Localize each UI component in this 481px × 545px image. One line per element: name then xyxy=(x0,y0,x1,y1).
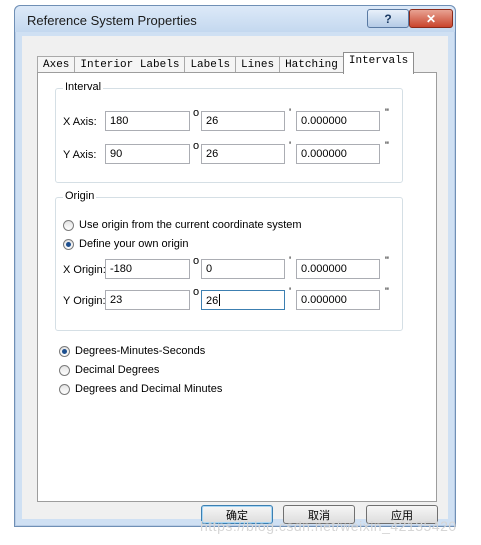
close-button[interactable]: ✕ xyxy=(409,9,453,28)
origin-define-radio[interactable] xyxy=(63,238,74,250)
origin-group: Origin Use origin from the current coord… xyxy=(55,190,403,331)
format-dms-label: Degrees-Minutes-Seconds xyxy=(75,345,206,357)
format-decimal-minutes-option[interactable]: Degrees and Decimal Minutes xyxy=(59,383,222,395)
format-decimal-degrees-label: Decimal Degrees xyxy=(75,364,160,376)
format-decimal-degrees-radio[interactable] xyxy=(59,364,70,376)
intervals-panel: Interval X Axis: 180 o 26 ' 0.000000 " Y… xyxy=(37,72,437,502)
y-axis-label: Y Axis: xyxy=(63,149,97,161)
x-origin-seconds-input[interactable]: 0.000000 xyxy=(296,259,380,279)
interval-group: Interval X Axis: 180 o 26 ' 0.000000 " Y… xyxy=(55,81,403,183)
watermark: https://blog.csdn.net/weixin_42135420 xyxy=(200,518,457,534)
minute-symbol: ' xyxy=(289,107,292,119)
x-axis-seconds-input[interactable]: 0.000000 xyxy=(296,111,380,131)
format-decimal-minutes-radio[interactable] xyxy=(59,383,70,395)
minute-symbol: ' xyxy=(289,140,292,152)
second-symbol: " xyxy=(385,286,389,298)
format-dms-radio[interactable] xyxy=(59,345,70,357)
y-origin-minutes-value: 26 xyxy=(206,295,219,307)
origin-group-title: Origin xyxy=(63,190,97,202)
tab-intervals[interactable]: Intervals xyxy=(342,52,415,74)
second-symbol: " xyxy=(385,140,389,152)
x-origin-label: X Origin: xyxy=(63,264,106,276)
degree-symbol: o xyxy=(193,286,200,298)
y-origin-minutes-input[interactable]: 26 xyxy=(201,290,285,310)
interval-group-title: Interval xyxy=(63,81,104,93)
y-axis-minutes-input[interactable]: 26 xyxy=(201,144,285,164)
minute-symbol: ' xyxy=(289,286,292,298)
dialog-window: Reference System Properties ? ✕ Axes Int… xyxy=(14,5,456,527)
x-axis-degrees-input[interactable]: 180 xyxy=(105,111,190,131)
minute-symbol: ' xyxy=(289,255,292,267)
origin-define-option[interactable]: Define your own origin xyxy=(63,238,188,250)
x-origin-degrees-input[interactable]: -180 xyxy=(105,259,190,279)
origin-current-label: Use origin from the current coordinate s… xyxy=(79,219,302,231)
y-origin-degrees-input[interactable]: 23 xyxy=(105,290,190,310)
second-symbol: " xyxy=(385,255,389,267)
format-dms-option[interactable]: Degrees-Minutes-Seconds xyxy=(59,345,205,357)
origin-define-label: Define your own origin xyxy=(79,238,189,250)
help-button[interactable]: ? xyxy=(367,9,409,28)
x-axis-minutes-input[interactable]: 26 xyxy=(201,111,285,131)
close-icon: ✕ xyxy=(425,11,437,26)
tab-strip: Axes Interior Labels Labels Lines Hatchi… xyxy=(37,52,415,74)
degree-symbol: o xyxy=(193,107,200,119)
y-origin-seconds-input[interactable]: 0.000000 xyxy=(296,290,380,310)
second-symbol: " xyxy=(385,107,389,119)
window-title: Reference System Properties xyxy=(27,13,197,28)
text-caret xyxy=(219,294,221,306)
help-icon: ? xyxy=(384,11,392,26)
title-bar: Reference System Properties ? ✕ xyxy=(15,6,455,32)
origin-current-option[interactable]: Use origin from the current coordinate s… xyxy=(63,219,302,231)
format-decimal-degrees-option[interactable]: Decimal Degrees xyxy=(59,364,159,376)
y-axis-degrees-input[interactable]: 90 xyxy=(105,144,190,164)
format-decimal-minutes-label: Degrees and Decimal Minutes xyxy=(75,383,223,395)
x-origin-minutes-input[interactable]: 0 xyxy=(201,259,285,279)
origin-current-radio[interactable] xyxy=(63,219,74,231)
degree-symbol: o xyxy=(193,140,200,152)
y-axis-seconds-input[interactable]: 0.000000 xyxy=(296,144,380,164)
dialog-client: Axes Interior Labels Labels Lines Hatchi… xyxy=(22,36,448,524)
x-axis-label: X Axis: xyxy=(63,116,97,128)
y-origin-label: Y Origin: xyxy=(63,295,106,307)
degree-symbol: o xyxy=(193,255,200,267)
